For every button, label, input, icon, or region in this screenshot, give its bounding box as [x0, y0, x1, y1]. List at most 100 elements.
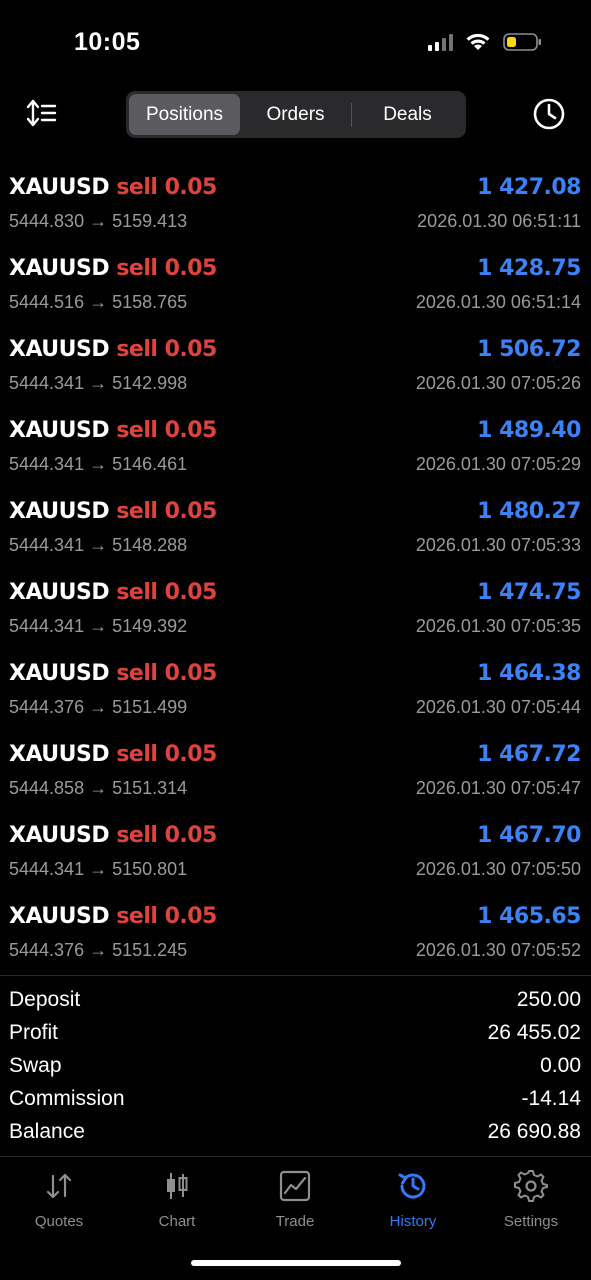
trade-profit: 1 506.72 — [477, 337, 581, 362]
trade-time: 2026.01.30 07:05:47 — [415, 778, 581, 798]
trade-side: sell 0.05 — [116, 661, 217, 686]
trade-side: sell 0.05 — [116, 742, 217, 767]
trade-symbol: XAUUSD sell 0.05 — [9, 337, 217, 362]
summary-label: Deposit — [9, 987, 81, 1011]
trade-profit: 1 464.38 — [477, 661, 581, 686]
summary-value: -14.14 — [521, 1086, 581, 1110]
tab-orders[interactable]: Orders — [240, 94, 351, 135]
trade-profit: 1 480.27 — [477, 499, 581, 524]
trade-side: sell 0.05 — [116, 175, 217, 200]
summary-profit: Profit 26 455.02 — [0, 1016, 591, 1049]
status-bar: 10:05 — [0, 0, 591, 88]
tab-deals[interactable]: Deals — [352, 94, 463, 135]
summary-label: Profit — [9, 1020, 59, 1044]
trade-symbol: XAUUSD sell 0.05 — [9, 904, 217, 929]
trade-symbol: XAUUSD sell 0.05 — [9, 175, 217, 200]
summary-balance: Balance 26 690.88 — [0, 1115, 591, 1148]
wifi-icon — [465, 32, 491, 52]
trade-time: 2026.01.30 07:05:26 — [415, 373, 581, 393]
candlestick-icon — [167, 1173, 188, 1199]
trade-row[interactable]: XAUUSD sell 0.05 1 489.40 5444.341 → 514… — [0, 405, 591, 486]
summary-value: 250.00 — [516, 987, 581, 1011]
trade-side: sell 0.05 — [116, 256, 217, 281]
symbol-name: XAUUSD — [9, 418, 110, 443]
trade-prices: 5444.341 → 5142.998 — [9, 373, 188, 393]
symbol-name: XAUUSD — [9, 661, 110, 686]
trade-side: sell 0.05 — [116, 418, 217, 443]
history-clock-icon — [398, 1173, 426, 1199]
trade-profit: 1 467.70 — [477, 823, 581, 848]
trade-row[interactable]: XAUUSD sell 0.05 1 506.72 5444.341 → 514… — [0, 324, 591, 405]
symbol-name: XAUUSD — [9, 499, 110, 524]
trade-side: sell 0.05 — [116, 337, 217, 362]
trade-row[interactable]: XAUUSD sell 0.05 1 464.38 5444.376 → 515… — [0, 648, 591, 729]
trade-prices: 5444.858 → 5151.314 — [9, 778, 188, 798]
tab-history[interactable]: History — [354, 1169, 472, 1230]
trade-prices: 5444.341 → 5148.288 — [9, 535, 188, 555]
summary-swap: Swap 0.00 — [0, 1049, 591, 1082]
trade-profit: 1 467.72 — [477, 742, 581, 767]
trade-row[interactable]: XAUUSD sell 0.05 1 465.65 5444.376 → 515… — [0, 891, 591, 972]
trade-time: 2026.01.30 07:05:52 — [415, 940, 581, 960]
cellular-signal-icon — [428, 33, 453, 51]
status-time: 10:05 — [74, 28, 141, 56]
tab-label: Settings — [503, 1213, 559, 1230]
trade-time: 2026.01.30 06:51:14 — [415, 292, 581, 312]
sort-icon[interactable] — [24, 96, 60, 132]
trade-symbol: XAUUSD sell 0.05 — [9, 418, 217, 443]
summary-value: 26 690.88 — [487, 1119, 581, 1143]
trade-time: 2026.01.30 07:05:44 — [415, 697, 581, 717]
trade-prices: 5444.376 → 5151.245 — [9, 940, 188, 960]
gear-icon — [514, 1170, 548, 1202]
summary: Deposit 250.00 Profit 26 455.02 Swap 0.00 C… — [0, 983, 591, 1148]
trade-row[interactable]: XAUUSD sell 0.05 1 427.08 5444.830 → 515… — [0, 162, 591, 243]
trade-side: sell 0.05 — [116, 499, 217, 524]
tab-label: Quotes — [34, 1213, 84, 1230]
trade-prices: 5444.376 → 5151.499 — [9, 697, 188, 717]
trade-row[interactable]: XAUUSD sell 0.05 1 467.70 5444.341 → 515… — [0, 810, 591, 891]
trade-symbol: XAUUSD sell 0.05 — [9, 742, 217, 767]
symbol-name: XAUUSD — [9, 175, 110, 200]
tab-trade[interactable]: Trade — [236, 1169, 354, 1230]
trade-prices: 5444.341 → 5150.801 — [9, 859, 188, 879]
trend-chart-icon — [279, 1170, 311, 1202]
home-indicator[interactable] — [191, 1260, 401, 1266]
trade-time: 2026.01.30 07:05:33 — [415, 535, 581, 555]
summary-label: Swap — [9, 1053, 62, 1077]
trade-row[interactable]: XAUUSD sell 0.05 1 480.27 5444.341 → 514… — [0, 486, 591, 567]
tab-chart[interactable]: Chart — [118, 1169, 236, 1230]
trade-prices: 5444.341 → 5149.392 — [9, 616, 188, 636]
tab-settings[interactable]: Settings — [472, 1169, 590, 1230]
trade-time: 2026.01.30 07:05:50 — [415, 859, 581, 879]
trade-side: sell 0.05 — [116, 580, 217, 605]
trade-row[interactable]: XAUUSD sell 0.05 1 428.75 5444.516 → 515… — [0, 243, 591, 324]
trade-profit: 1 489.40 — [477, 418, 581, 443]
summary-divider — [0, 975, 591, 976]
header: Positions Orders Deals — [0, 88, 591, 148]
summary-label: Commission — [9, 1086, 125, 1110]
trade-side: sell 0.05 — [116, 823, 217, 848]
trade-profit: 1 427.08 — [477, 175, 581, 200]
trade-row[interactable]: XAUUSD sell 0.05 1 467.72 5444.858 → 515… — [0, 729, 591, 810]
trade-profit: 1 465.65 — [477, 904, 581, 929]
trade-symbol: XAUUSD sell 0.05 — [9, 256, 217, 281]
history-clock-icon[interactable] — [531, 96, 567, 132]
symbol-name: XAUUSD — [9, 742, 110, 767]
tab-label: History — [389, 1213, 437, 1230]
symbol-name: XAUUSD — [9, 256, 110, 281]
tab-positions[interactable]: Positions — [129, 94, 240, 135]
trade-profit: 1 474.75 — [477, 580, 581, 605]
trade-symbol: XAUUSD sell 0.05 — [9, 580, 217, 605]
tab-label: Trade — [275, 1213, 315, 1230]
summary-label: Balance — [9, 1119, 85, 1143]
trade-symbol: XAUUSD sell 0.05 — [9, 499, 217, 524]
symbol-name: XAUUSD — [9, 580, 110, 605]
trade-symbol: XAUUSD sell 0.05 — [9, 823, 217, 848]
symbol-name: XAUUSD — [9, 337, 110, 362]
trade-time: 2026.01.30 07:05:35 — [415, 616, 581, 636]
trade-row[interactable]: XAUUSD sell 0.05 1 474.75 5444.341 → 514… — [0, 567, 591, 648]
tab-quotes[interactable]: Quotes — [0, 1169, 118, 1230]
trade-prices: 5444.341 → 5146.461 — [9, 454, 188, 474]
trade-profit: 1 428.75 — [477, 256, 581, 281]
summary-value: 26 455.02 — [487, 1020, 581, 1044]
